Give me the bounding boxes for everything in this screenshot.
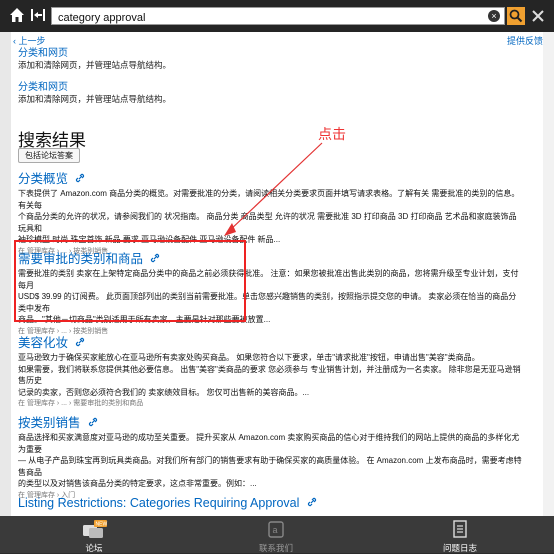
pin-panel-icon[interactable] xyxy=(30,7,46,23)
bottom-tab-bar: NEW 论坛 a 联系我们 问题日志 xyxy=(0,516,554,553)
top-toolbar: × xyxy=(0,0,554,32)
result-line: 如果需要，我们将联系您提供其他必要信息。 出售"美容"类商品的要求 您必须参与 … xyxy=(18,364,521,386)
include-forums-button[interactable]: 包括论坛答案 xyxy=(18,148,80,163)
top-item-title[interactable]: 分类和网页 xyxy=(18,78,171,93)
contact-icon: a xyxy=(268,521,284,538)
result-line: — 从电子产品到珠宝再到玩具类商品。对我们所有部门的销售要求有助于确保买家的高质… xyxy=(18,456,522,477)
result-breadcrumb[interactable]: 在 管理库存 › ... › 需要审批的类别和商品 xyxy=(18,398,523,408)
result-title[interactable]: 美容化妆 xyxy=(18,336,68,350)
result-title[interactable]: 按类别销售 xyxy=(18,416,81,430)
home-icon[interactable] xyxy=(8,6,26,24)
link-icon xyxy=(76,173,85,183)
svg-text:a: a xyxy=(273,525,278,535)
top-item-desc: 添加和清除网页，并管理站点导航结构。 xyxy=(18,60,172,70)
search-icon[interactable] xyxy=(507,7,525,25)
tab-issue-log[interactable]: 问题日志 xyxy=(428,516,492,553)
search-field[interactable]: × xyxy=(51,7,505,26)
top-item-2: 分类和网页 添加和清除网页，并管理站点导航结构。 xyxy=(18,78,171,105)
result-item: 按类别销售 商品选择和买家满意度对亚马逊的成功至关重要。 提升买家从 Amazo… xyxy=(18,412,523,500)
result-item: Listing Restrictions: Categories Requiri… xyxy=(18,494,523,512)
background-page-edge xyxy=(0,32,11,516)
top-item-1: 分类和网页 添加和清除网页，并管理站点导航结构。 xyxy=(18,44,171,71)
search-input[interactable] xyxy=(52,10,484,26)
link-icon xyxy=(307,497,316,507)
forum-icon: NEW xyxy=(83,520,108,538)
result-item: 美容化妆 亚马逊致力于确保买家能放心在亚马逊所有卖家处购买商品。 如果您符合以下… xyxy=(18,332,523,408)
annotation-label: 点击 xyxy=(318,126,346,142)
tab-label: 问题日志 xyxy=(442,543,477,553)
close-icon[interactable] xyxy=(530,8,546,24)
result-line: 记录的卖家，否则您必须符合我们的 卖家绩效目标。 您仅可出售新的美容商品。... xyxy=(18,387,310,397)
top-item-title[interactable]: 分类和网页 xyxy=(18,44,171,59)
result-line: 下表提供了 Amazon.com 商品分类的概览。对需要批准的分类，请阅读相关分… xyxy=(18,189,520,210)
tab-forum[interactable]: NEW 论坛 xyxy=(62,516,126,553)
tab-contact[interactable]: a 联系我们 xyxy=(244,516,308,553)
scroll-track[interactable] xyxy=(543,32,554,516)
tab-label: 论坛 xyxy=(85,543,103,553)
result-line: 亚马逊致力于确保买家能放心在亚马逊所有卖家处购买商品。 如果您符合以下要求，单击… xyxy=(18,353,480,362)
log-icon xyxy=(453,520,467,538)
annotation-highlight-box xyxy=(14,240,246,322)
result-title[interactable]: Listing Restrictions: Categories Requiri… xyxy=(18,496,299,510)
feedback-link[interactable]: 提供反馈 xyxy=(507,34,543,47)
result-title[interactable]: 分类概览 xyxy=(18,172,68,186)
clear-search-icon[interactable]: × xyxy=(488,10,500,22)
link-icon xyxy=(76,337,85,347)
result-line: 商品选择和买家满意度对亚马逊的成功至关重要。 提升买家从 Amazon.com … xyxy=(18,433,520,454)
link-icon xyxy=(88,417,98,427)
tab-label: 联系我们 xyxy=(258,543,293,553)
result-line: 个商品分类的允许的状况，请参阅我们的 状况指南。 商品分类 商品类型 允许的状况… xyxy=(18,212,517,233)
top-item-desc: 添加和清除网页，并管理站点导航结构。 xyxy=(18,94,172,104)
result-line: 的类型以及对销售该商品分类的特定要求，这点非常重要。例如：... xyxy=(18,479,257,488)
new-badge: NEW xyxy=(96,522,108,528)
